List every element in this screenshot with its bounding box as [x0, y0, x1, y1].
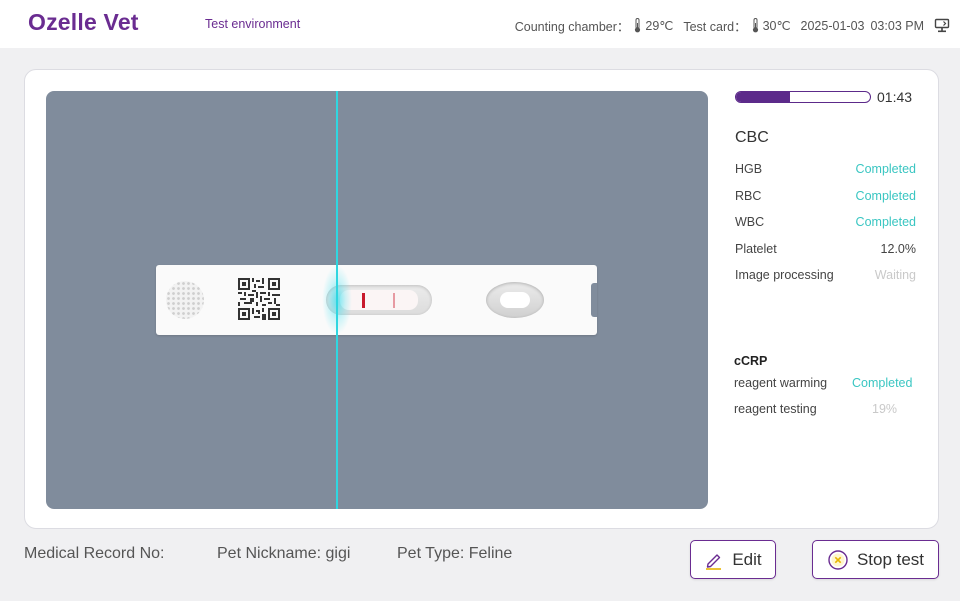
scan-line: [336, 91, 338, 509]
test-card-temp: 30℃: [762, 19, 791, 33]
item-status: 19%: [872, 402, 898, 416]
control-line: [362, 293, 365, 308]
pet-nickname: Pet Nickname: gigi: [217, 545, 351, 562]
item-status: Completed: [855, 215, 916, 229]
edit-pencil-icon: [706, 553, 722, 570]
edit-button[interactable]: Edit: [690, 540, 776, 579]
item-name: Image processing: [735, 268, 834, 282]
cbc-item-wbc: WBC Completed: [735, 215, 916, 242]
item-status: 12.0%: [880, 241, 916, 256]
brand-logo: Ozelle Vet: [28, 9, 139, 35]
status-bar: Counting chamber： 29℃ Test card： 30℃ 202…: [515, 16, 950, 35]
medical-record-label: Medical Record No:: [24, 545, 165, 562]
sample-well: [486, 282, 544, 318]
environment-label: Test environment: [205, 17, 301, 31]
test-strip: [156, 265, 597, 335]
cbc-item-hgb: HGB Completed: [735, 162, 916, 189]
test-line: [393, 293, 395, 308]
pet-type: Pet Type: Feline: [397, 545, 513, 562]
cbc-list: HGB Completed RBC Completed WBC Complete…: [735, 162, 916, 295]
connection-icon[interactable]: [934, 18, 950, 34]
cbc-item-image-processing: Image processing Waiting: [735, 268, 916, 295]
item-status: Completed: [852, 376, 913, 390]
counting-chamber-label: Counting chamber：: [514, 20, 630, 34]
top-bar: Ozelle Vet Test environment Counting cha…: [0, 0, 960, 48]
time-text: 03:03 PM: [870, 18, 924, 33]
remaining-time: 01:43: [877, 89, 913, 105]
qr-code-icon: [238, 278, 280, 320]
ccrp-title: cCRP: [734, 354, 768, 368]
item-name: reagent warming: [734, 376, 828, 390]
cbc-item-rbc: RBC Completed: [735, 189, 916, 216]
cbc-item-platelet: Platelet 12.0%: [735, 242, 916, 269]
date-text: 2025-01-03: [800, 18, 865, 33]
stop-circle-icon: [828, 549, 848, 570]
stop-test-label: Stop test: [856, 549, 925, 569]
item-name: WBC: [735, 215, 765, 229]
item-status: Completed: [855, 162, 916, 176]
item-status: Waiting: [874, 268, 916, 282]
thermometer-icon: [752, 18, 758, 33]
thermometer-icon: [635, 18, 641, 33]
edit-label: Edit: [732, 549, 762, 569]
ccrp-list: reagent warming Completed reagent testin…: [734, 376, 917, 428]
progress-fill: [736, 92, 790, 102]
ccrp-item-reagent-warming: reagent warming Completed: [734, 376, 917, 402]
test-progress-bar: [735, 91, 871, 103]
item-name: Platelet: [735, 241, 777, 256]
sample-pad: [166, 281, 204, 319]
ccrp-item-reagent-testing: reagent testing 19%: [734, 402, 917, 428]
item-status: Completed: [855, 188, 916, 203]
item-name: RBC: [735, 188, 762, 203]
test-card-viewer: [46, 91, 708, 509]
stop-test-button[interactable]: Stop test: [812, 540, 939, 579]
test-card-label: Test card：: [683, 20, 747, 34]
item-name: HGB: [735, 162, 763, 176]
counting-chamber-temp: 29℃: [645, 19, 674, 33]
cbc-title: CBC: [735, 129, 769, 146]
item-name: reagent testing: [734, 402, 817, 416]
